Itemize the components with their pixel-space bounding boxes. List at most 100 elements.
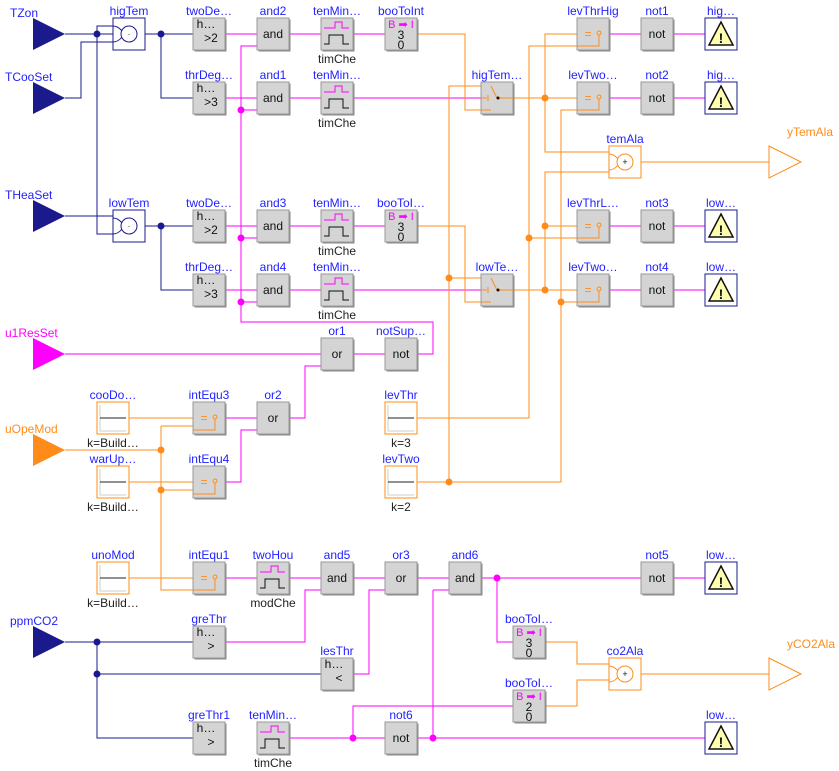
block-ala5[interactable]: low…! [704, 548, 738, 595]
block-name: tenMin… [313, 196, 361, 210]
block-not6[interactable]: not6 not [384, 708, 419, 756]
block-not1[interactable]: not1 not [640, 4, 675, 52]
block-booToI3[interactable]: booToI…B ➡ I20 [505, 676, 553, 724]
junction-dot [237, 106, 245, 114]
block-warUp[interactable]: warUp… k=Build… [87, 452, 139, 514]
output-yTemAla[interactable]: yTemAla [768, 125, 833, 179]
block-twoHou[interactable]: twoHou modChe [250, 548, 296, 610]
block-tenMin1[interactable]: tenMin… timChe [313, 4, 361, 66]
block-not2[interactable]: not2 not [640, 68, 675, 116]
junction-dot [93, 638, 101, 646]
input-TCooSet[interactable]: TCooSet [5, 70, 65, 114]
equal-text: = [584, 91, 591, 105]
input-connector-icon [33, 18, 65, 50]
operator-text: not [393, 731, 410, 745]
block-lowTeSw[interactable]: lowTe… [476, 260, 519, 308]
input-u1ResSet[interactable]: u1ResSet [5, 326, 65, 370]
block-ala6[interactable]: low…! [704, 708, 738, 755]
block-lowTem[interactable]: lowTem - [109, 196, 150, 243]
block-levThrL[interactable]: levThrL… = [567, 196, 619, 244]
block-higTemSw[interactable]: higTem… [472, 68, 523, 116]
block-thrDeg2[interactable]: thrDeg…h…>3 [185, 260, 233, 308]
block-tenMin3[interactable]: tenMin… timChe [313, 196, 361, 258]
block-intEqu4[interactable]: intEqu4 = [189, 452, 230, 500]
block-or3[interactable]: or3 or [384, 548, 419, 596]
block-not5[interactable]: not5 not [640, 548, 675, 596]
block-name: greThr [191, 612, 226, 626]
block-name: lowTe… [476, 260, 519, 274]
block-not3[interactable]: not3 not [640, 196, 675, 244]
block-booToInt[interactable]: booToIntB ➡ I30 [378, 4, 425, 52]
block-parameter: k=2 [391, 500, 411, 514]
input-ppmCO2[interactable]: ppmCO2 [10, 614, 65, 658]
input-TZon[interactable]: TZon [10, 6, 65, 50]
input-THeaSet[interactable]: THeaSet [5, 188, 65, 232]
real-connection [160, 226, 193, 291]
block-cooDo[interactable]: cooDo… k=Build… [87, 388, 139, 450]
block-and1[interactable]: and1 and [256, 68, 291, 116]
block-name: low… [706, 708, 736, 722]
block-name: levTwo… [568, 260, 617, 274]
block-name: not4 [645, 260, 669, 274]
block-or2[interactable]: or2 or [256, 388, 291, 436]
block-lesThr[interactable]: lesThrh…< [320, 644, 355, 692]
block-higTem[interactable]: higTem - [110, 4, 149, 51]
block-intEqu1[interactable]: intEqu1 = [189, 548, 230, 596]
operator-text: not [649, 283, 666, 297]
block-body [320, 273, 354, 307]
block-tenMin5[interactable]: tenMin… timChe [249, 708, 297, 770]
block-levTwo[interactable]: levTwo k=2 [382, 452, 420, 514]
block-and4[interactable]: and4 and [256, 260, 291, 308]
block-name: thrDeg… [185, 68, 233, 82]
block-name: greThr1 [188, 708, 230, 722]
block-name: lowTem [109, 196, 150, 210]
block-ala4[interactable]: low…! [704, 260, 738, 307]
block-body [576, 209, 610, 243]
block-intEqu3[interactable]: intEqu3 = [189, 388, 230, 436]
block-thrDeg1[interactable]: thrDeg…h…>3 [185, 68, 233, 116]
block-twoDe2[interactable]: twoDe…h…>2 [186, 196, 232, 244]
block-levTwo2[interactable]: levTwo… = [568, 260, 618, 308]
block-notSup[interactable]: notSup… not [376, 324, 426, 372]
block-parameter: timChe [318, 244, 356, 258]
block-twoDe1[interactable]: twoDe…h…>2 [186, 4, 232, 52]
junction-dot [429, 734, 437, 742]
block-levTwo1[interactable]: levTwo… = [568, 68, 618, 116]
block-name: tenMin… [313, 4, 361, 18]
block-tenMin4[interactable]: tenMin… timChe [313, 260, 361, 322]
switch-pivot [496, 288, 500, 292]
equal-text: = [584, 283, 591, 297]
output-yCO2Ala[interactable]: yCO2Ala [768, 637, 835, 691]
integer-connection [160, 426, 193, 591]
block-temAla[interactable]: temAla + [606, 132, 644, 179]
operator-text: not [393, 347, 410, 361]
block-name: low… [706, 260, 736, 274]
block-greThr1[interactable]: greThr1h…> [188, 708, 230, 756]
input-uOpeMod[interactable]: uOpeMod [5, 422, 65, 466]
block-and6[interactable]: and6 and [448, 548, 483, 596]
block-co2Ala[interactable]: co2Ala + [607, 644, 644, 691]
block-not4[interactable]: not4 not [640, 260, 675, 308]
block-booToI2[interactable]: booToI…B ➡ I30 [505, 612, 553, 660]
block-parameter: k=Build… [87, 436, 139, 450]
block-name: notSup… [376, 324, 426, 338]
block-ala3[interactable]: low…! [704, 196, 738, 243]
connection-wires [65, 25, 769, 742]
block-or1[interactable]: or1 or [320, 324, 355, 372]
block-ala2[interactable]: hig…! [704, 68, 738, 115]
equal-text: = [200, 571, 207, 585]
block-greThr[interactable]: greThrh…> [191, 612, 227, 660]
block-ala1[interactable]: hig…! [704, 4, 738, 51]
block-and2[interactable]: and2 and [256, 4, 291, 52]
junction-dot [525, 234, 533, 242]
block-booToI1[interactable]: booToI…B ➡ I30 [377, 196, 425, 244]
block-levThrHig[interactable]: levThrHig = [567, 4, 619, 52]
sign-text: - [128, 29, 131, 39]
exclamation-icon: ! [719, 574, 724, 590]
block-tenMin2[interactable]: tenMin… timChe [313, 68, 361, 130]
block-and5[interactable]: and5 and [320, 548, 355, 596]
block-levThr[interactable]: levThr k=3 [384, 388, 417, 450]
block-name: or1 [328, 324, 346, 338]
block-and3[interactable]: and3 and [256, 196, 291, 244]
block-unoMod[interactable]: unoMod k=Build… [87, 548, 139, 610]
